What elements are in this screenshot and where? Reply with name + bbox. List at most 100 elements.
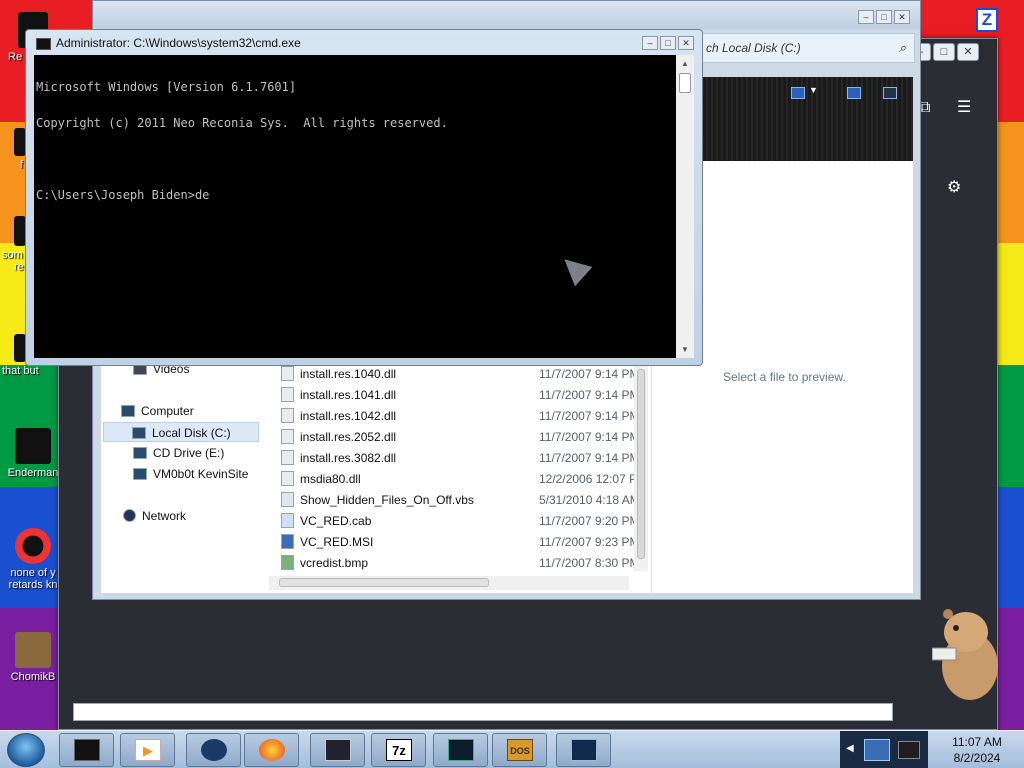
file-row[interactable]: install.res.3082.dll 11/7/2007 9:14 PM xyxy=(281,448,640,469)
file-row[interactable]: install.res.1041.dll 11/7/2007 9:14 PM xyxy=(281,385,640,406)
file-name: install.res.1041.dll xyxy=(300,388,397,402)
console-output[interactable]: Microsoft Windows [Version 6.1.7601] Cop… xyxy=(34,55,676,358)
console-line: Copyright (c) 2011 Neo Reconia Sys. All … xyxy=(36,116,448,130)
taskbar-firefox[interactable] xyxy=(244,733,299,767)
file-date: 11/7/2007 9:23 PM xyxy=(539,535,640,549)
minimize-button[interactable]: – xyxy=(642,36,658,50)
clock-time: 11:07 AM xyxy=(952,735,1002,749)
taskbar-screen[interactable] xyxy=(556,733,611,767)
taskbar-window[interactable] xyxy=(310,733,365,767)
network-tray-icon[interactable] xyxy=(864,739,890,761)
file-row[interactable]: Show_Hidden_Files_On_Off.vbs 5/31/2010 4:… xyxy=(281,490,640,511)
volume-tray-icon[interactable] xyxy=(898,741,920,759)
file-name: msdia80.dll xyxy=(300,472,361,486)
taskbar-dosbox[interactable]: DOS xyxy=(492,733,547,767)
close-button[interactable]: ✕ xyxy=(957,43,979,61)
file-date: 11/7/2007 9:14 PM xyxy=(539,451,640,465)
taskbar-media[interactable]: ▶ xyxy=(120,733,175,767)
file-row[interactable]: VC_RED.MSI 11/7/2007 9:23 PM xyxy=(281,532,640,553)
file-name: VC_RED.cab xyxy=(300,514,372,528)
msi-file-icon xyxy=(281,534,294,549)
file-row[interactable]: VC_RED.cab 11/7/2007 9:20 PM xyxy=(281,511,640,532)
scroll-thumb[interactable] xyxy=(279,578,489,587)
file-date: 12/2/2006 12:07 PM xyxy=(539,472,648,486)
file-row[interactable]: install.res.1040.dll 11/7/2007 9:14 PM xyxy=(281,364,640,385)
vertical-scrollbar[interactable]: ▲ ▼ xyxy=(676,55,694,358)
nav-item-computer[interactable]: Computer xyxy=(121,401,194,421)
close-button[interactable]: ✕ xyxy=(894,10,910,24)
system-tray[interactable]: ◀ xyxy=(840,731,928,768)
nav-label: Computer xyxy=(141,404,194,418)
search-placeholder: ch Local Disk (C:) xyxy=(706,41,801,55)
search-input[interactable]: ch Local Disk (C:) ⌕ xyxy=(697,33,915,63)
file-date: 11/7/2007 9:14 PM xyxy=(539,430,640,444)
cmd-window: Administrator: C:\Windows\system32\cmd.e… xyxy=(25,29,703,366)
nav-item-cd-drive[interactable]: CD Drive (E:) xyxy=(133,443,224,463)
file-date: 5/31/2010 4:18 AM xyxy=(539,493,640,507)
minimize-button[interactable]: – xyxy=(858,10,874,24)
desktop-icon-enderman[interactable]: Enderman xyxy=(2,428,64,479)
desktop-icon-label: none of y xyxy=(10,567,56,579)
scroll-up-icon[interactable]: ▲ xyxy=(681,59,689,68)
cab-file-icon xyxy=(281,513,294,528)
help-icon[interactable] xyxy=(883,87,897,99)
file-row[interactable]: install.res.2052.dll 11/7/2007 9:14 PM xyxy=(281,427,640,448)
settings-icon[interactable]: ⚙ xyxy=(947,177,961,197)
hamster-sticker xyxy=(932,609,998,700)
desktop-icon-none[interactable]: none of y retards kn xyxy=(2,528,64,591)
chevron-down-icon[interactable]: ▼ xyxy=(809,85,818,95)
window-title: Administrator: C:\Windows\system32\cmd.e… xyxy=(56,36,301,50)
file-name: vcredist.bmp xyxy=(300,556,369,570)
file-name: install.res.1040.dll xyxy=(300,367,397,381)
tray-chevron-icon[interactable]: ◀ xyxy=(846,743,854,754)
dosbox-icon: DOS xyxy=(507,739,533,761)
nav-label: CD Drive (E:) xyxy=(153,446,225,460)
taskbar-7zip[interactable]: 7z xyxy=(371,733,426,767)
status-bar xyxy=(73,703,893,721)
close-button[interactable]: ✕ xyxy=(678,36,694,50)
maximize-button[interactable]: □ xyxy=(876,10,892,24)
scroll-down-icon[interactable]: ▼ xyxy=(681,345,689,354)
console-icon xyxy=(36,38,51,50)
vertical-scrollbar[interactable] xyxy=(634,361,648,571)
zip-icon[interactable]: Z xyxy=(976,8,998,32)
network-icon xyxy=(123,509,136,522)
taskbar-globe[interactable] xyxy=(186,733,241,767)
desktop-icon-chomik[interactable]: ChomikB xyxy=(2,632,64,683)
maximize-button[interactable]: □ xyxy=(660,36,676,50)
nav-label: Local Disk (C:) xyxy=(152,426,231,440)
view-toolbar: ▼ xyxy=(703,77,913,161)
view-options-icon[interactable] xyxy=(791,87,805,99)
file-row[interactable]: vcredist.bmp 11/7/2007 8:30 PM xyxy=(281,553,640,574)
system-clock[interactable]: 11:07 AM 8/2/2024 xyxy=(934,734,1020,766)
file-name: Show_Hidden_Files_On_Off.vbs xyxy=(300,493,474,507)
pane-divider[interactable] xyxy=(651,361,652,593)
dll-file-icon xyxy=(281,471,294,486)
nav-item-network[interactable]: Network xyxy=(123,506,186,526)
window-icon xyxy=(325,739,351,761)
taskbar-cmd[interactable] xyxy=(59,733,114,767)
file-row[interactable]: msdia80.dll 12/2/2006 12:07 PM xyxy=(281,469,647,490)
explorer-titlebar: – □ ✕ xyxy=(93,1,920,29)
scroll-thumb[interactable] xyxy=(679,73,691,93)
taskbar-monitor[interactable] xyxy=(433,733,488,767)
cmd-icon xyxy=(74,739,100,761)
horizontal-scrollbar[interactable] xyxy=(269,576,629,590)
file-date: 11/7/2007 8:30 PM xyxy=(539,556,640,570)
menu-icon[interactable]: ☰ xyxy=(957,97,971,117)
file-row[interactable]: install.res.1042.dll 11/7/2007 9:14 PM xyxy=(281,406,640,427)
taskbar: ▶ 7z DOS ◀ 11:07 AM 8/2/2024 xyxy=(0,730,1024,768)
scroll-thumb[interactable] xyxy=(637,369,645,559)
start-button[interactable] xyxy=(7,733,45,767)
maximize-button[interactable]: □ xyxy=(933,43,955,61)
network-drive-icon xyxy=(133,468,147,480)
nav-item-network-share[interactable]: VM0b0t KevinSite xyxy=(133,464,248,484)
desktop-icon-label: ChomikB xyxy=(10,671,56,683)
nav-item-local-disk[interactable]: Local Disk (C:) xyxy=(103,422,259,442)
clock-date: 8/2/2024 xyxy=(953,751,1001,765)
file-name: install.res.2052.dll xyxy=(300,430,397,444)
preview-pane-icon[interactable] xyxy=(847,87,861,99)
globe-icon xyxy=(201,739,227,761)
preview-message: Select a file to preview. xyxy=(723,370,846,384)
